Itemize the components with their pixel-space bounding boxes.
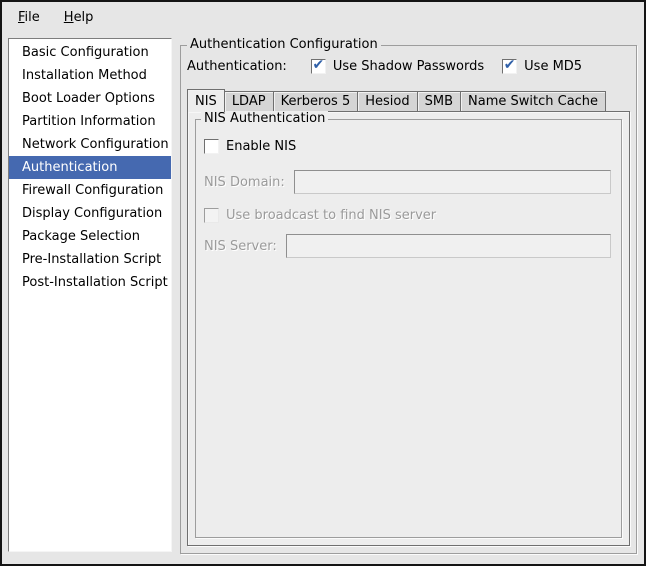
sidebar-item-pre-installation-script[interactable]: Pre-Installation Script: [9, 248, 171, 271]
kickstart-configurator-window: File Help Basic Configuration Installati…: [0, 0, 646, 566]
broadcast-label: Use broadcast to find NIS server: [226, 208, 436, 223]
nis-domain-label: NIS Domain:: [204, 175, 285, 190]
broadcast-checkbox: [204, 208, 219, 223]
nis-tab-page: NIS Authentication Enable NIS NIS Domain…: [187, 111, 630, 546]
md5-checkbox[interactable]: ✔: [502, 59, 517, 74]
menubar: File Help: [2, 2, 644, 32]
authentication-label: Authentication:: [187, 59, 287, 74]
enable-nis-row: Enable NIS: [204, 138, 296, 154]
enable-nis-checkbox[interactable]: [204, 139, 219, 154]
sidebar-list: Basic Configuration Installation Method …: [8, 38, 172, 552]
nis-server-label: NIS Server:: [204, 239, 277, 254]
shadow-passwords-checkbox[interactable]: ✔: [311, 59, 326, 74]
tab-ldap[interactable]: LDAP: [224, 91, 274, 111]
menu-help[interactable]: Help: [60, 7, 98, 28]
sidebar-item-package-selection[interactable]: Package Selection: [9, 225, 171, 248]
md5-label: Use MD5: [524, 59, 582, 74]
checkmark-icon: ✔: [504, 59, 516, 72]
auth-config-frame-title: Authentication Configuration: [187, 37, 381, 52]
sidebar-item-post-installation-script[interactable]: Post-Installation Script: [9, 271, 171, 294]
checkmark-icon: ✔: [312, 59, 324, 72]
sidebar-item-network-configuration[interactable]: Network Configuration: [9, 133, 171, 156]
tab-name-switch-cache[interactable]: Name Switch Cache: [460, 91, 606, 111]
sidebar-item-installation-method[interactable]: Installation Method: [9, 64, 171, 87]
tab-smb[interactable]: SMB: [417, 91, 461, 111]
sidebar-item-partition-information[interactable]: Partition Information: [9, 110, 171, 133]
nis-auth-frame: NIS Authentication Enable NIS NIS Domain…: [195, 119, 622, 538]
enable-nis-label: Enable NIS: [226, 139, 296, 154]
sidebar-item-basic-configuration[interactable]: Basic Configuration: [9, 41, 171, 64]
menu-file[interactable]: File: [14, 7, 44, 28]
sidebar-item-firewall-configuration[interactable]: Firewall Configuration: [9, 179, 171, 202]
sidebar-item-authentication[interactable]: Authentication: [9, 156, 171, 179]
broadcast-row: Use broadcast to find NIS server: [204, 207, 436, 223]
nis-auth-frame-title: NIS Authentication: [201, 111, 328, 126]
auth-notebook: NIS LDAP Kerberos 5 Hesiod SMB Name Swit…: [187, 89, 630, 546]
nis-server-input: [286, 234, 611, 258]
tab-hesiod[interactable]: Hesiod: [357, 91, 417, 111]
tab-kerberos5[interactable]: Kerberos 5: [273, 91, 359, 111]
sidebar-item-display-configuration[interactable]: Display Configuration: [9, 202, 171, 225]
tab-bar: NIS LDAP Kerberos 5 Hesiod SMB Name Swit…: [187, 89, 630, 111]
nis-domain-input: [294, 170, 611, 194]
sidebar-item-boot-loader-options[interactable]: Boot Loader Options: [9, 87, 171, 110]
shadow-passwords-label: Use Shadow Passwords: [333, 59, 484, 74]
auth-config-frame: Authentication Configuration Authenticat…: [180, 45, 637, 554]
nis-server-row: NIS Server:: [204, 234, 611, 258]
authentication-options-row: Authentication: ✔ Use Shadow Passwords ✔…: [187, 56, 582, 76]
nis-domain-row: NIS Domain:: [204, 170, 611, 194]
tab-nis[interactable]: NIS: [187, 89, 225, 112]
